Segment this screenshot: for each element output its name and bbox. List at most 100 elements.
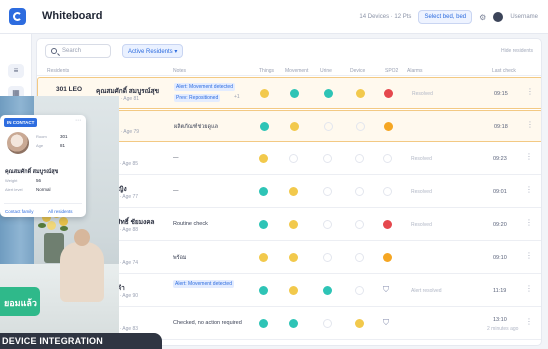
row-menu-icon[interactable]: ⋮ [525,251,533,260]
alarm-status: Resolved [412,91,433,97]
status-yellow-icon [260,89,269,98]
more-tags-count[interactable]: +1 [234,94,240,100]
row-menu-icon[interactable]: ⋮ [525,218,533,227]
card-field-value: 56 [36,178,42,183]
status-yellow-icon [290,122,299,131]
status-empty-icon [323,319,332,328]
row-menu-icon[interactable]: ⋮ [525,284,533,293]
active-residents-filter[interactable]: Active Residents ▾ [122,44,184,58]
settings-icon[interactable]: ⚙ [479,13,486,22]
list-icon[interactable]: ≡ [8,64,24,78]
card-field-label: Age [36,143,44,148]
user-name[interactable]: Username [510,14,538,20]
status-red-icon [384,89,393,98]
status-teal-icon [259,187,268,196]
top-right-controls: 14 Devices · 12 Pts Select bed, bed ⚙ Us… [359,10,538,24]
column-header[interactable]: Urine [320,68,332,74]
note-text: — [173,155,179,161]
alarm-status: Alert resolved [411,288,442,294]
all-residents-link[interactable]: All residents [48,209,73,214]
note-tag: Prev: Repositioned [174,94,221,102]
user-avatar[interactable] [493,12,504,22]
status-badge: IN CONTACT [4,118,38,127]
note-text: Checked, no action required [173,320,242,326]
status-orange-icon [383,253,392,262]
search-input[interactable]: Search [45,44,111,58]
alarm-status: Resolved [411,156,432,162]
last-check-time: 11:19 [493,288,507,294]
caregiver-image [60,242,104,302]
status-yellow-icon [289,187,298,196]
column-header[interactable]: Residents [47,68,69,74]
status-orange-icon [384,122,393,131]
note-text: ผลิตภัณฑ์ช่วยดูแล [174,124,218,130]
alarm-status: Resolved [411,189,432,195]
status-teal-icon [260,122,269,131]
status-empty-icon [383,187,392,196]
status-empty-icon [383,154,392,163]
confirm-notice[interactable]: ยอมแล้ว [0,287,40,316]
status-empty-icon [323,154,332,163]
hide-residents-link[interactable]: Hide residents [501,48,533,54]
status-yellow-icon [259,154,268,163]
search-icon [51,48,57,54]
column-header[interactable]: Alarms [407,68,423,74]
card-field-value: Normal [36,187,51,192]
column-header[interactable]: Last check [492,68,516,74]
row-menu-icon[interactable]: ⋮ [526,120,534,129]
note-text: พร้อม [173,255,187,261]
card-field-value: 81 [60,143,66,148]
status-empty-icon [323,253,332,262]
status-empty-icon [355,154,364,163]
alarm-status: Resolved [411,222,432,228]
caregiver-head [74,229,90,246]
room-number: 301 LEO [56,86,83,93]
column-header[interactable]: Movement [285,68,308,74]
resident-name[interactable]: คุณสมศักดิ์ สมบูรณ์สุข [96,86,159,96]
divider [4,203,82,204]
status-yellow-icon [355,319,364,328]
status-empty-icon [356,122,365,131]
select-bed-button[interactable]: Select bed, bed [418,10,473,24]
note-text: Routine check [173,221,208,227]
column-header[interactable]: Things [259,68,274,74]
status-yellow-icon [259,253,268,262]
column-header[interactable]: SPO2 [385,68,398,74]
last-check-time: 09:23 [493,156,507,162]
chevron-down-icon: ▾ [174,49,178,55]
status-empty-icon [355,187,364,196]
row-menu-icon[interactable]: ⋮ [526,87,534,96]
app-logo-icon[interactable] [9,8,26,25]
status-teal-icon [290,89,299,98]
notice-text: ยอมแล้ว [4,298,37,308]
last-check-time: 09:10 [493,255,507,261]
resident-name: คุณสมศักดิ์ สมบูรณ์สุข [5,169,59,175]
status-teal-icon [259,220,268,229]
contact-family-link[interactable]: Contact family [5,209,34,214]
column-header[interactable]: Device [350,68,365,74]
shield-icon: ⛉ [383,285,389,294]
card-field-label: Room [36,134,47,139]
status-yellow-icon [289,220,298,229]
status-empty-icon [323,187,332,196]
more-icon[interactable]: ⋯ [75,117,81,124]
status-empty-icon [355,286,364,295]
card-field-value: 301 [60,134,68,139]
device-count: 14 Devices · 12 Pts [359,14,412,20]
column-header[interactable]: Notes [173,68,186,74]
page-title: Whiteboard [42,10,103,22]
card-field-label: Alert level [5,187,23,192]
row-menu-icon[interactable]: ⋮ [525,317,533,326]
status-empty-icon [355,253,364,262]
last-check-time: 09:01 [493,189,507,195]
card-field-label: Weight [5,178,18,183]
status-teal-icon [289,319,298,328]
search-placeholder: Search [62,48,82,54]
row-menu-icon[interactable]: ⋮ [525,152,533,161]
last-check-time: 09:18 [494,124,508,130]
caption-banner: DEVICE INTEGRATION [0,333,162,349]
row-menu-icon[interactable]: ⋮ [525,185,533,194]
resident-card[interactable]: IN CONTACT ⋯ Room 301 Age 81 คุณสมศักดิ์… [0,115,86,217]
top-bar: Whiteboard 14 Devices · 12 Pts Select be… [0,0,548,34]
note-tag: Alert: Movement detected [174,83,235,91]
